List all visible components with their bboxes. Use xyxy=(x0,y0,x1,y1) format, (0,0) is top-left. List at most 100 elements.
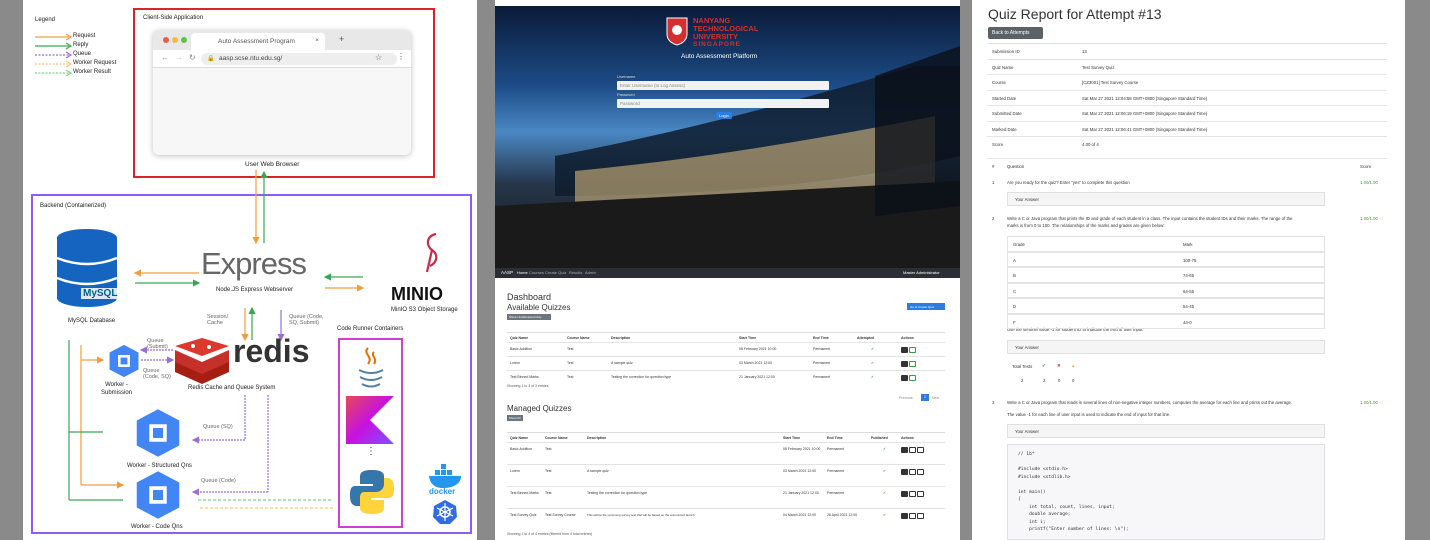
delete-button[interactable] xyxy=(917,469,924,475)
java-icon xyxy=(358,347,384,388)
worker-code-caption: Worker - Code Qns xyxy=(131,524,183,530)
show-all-button[interactable]: Show All xyxy=(507,415,523,421)
worker-submission-queue-in: Queue (Submit) xyxy=(147,338,168,350)
available-quizzes-table: Quiz Name Course Name Description Start … xyxy=(507,332,945,384)
create-quiz-button[interactable]: Go to Create Quiz xyxy=(907,303,945,310)
start-button[interactable] xyxy=(909,375,916,381)
prev-page-button[interactable]: Previous xyxy=(899,396,913,400)
code-lines: // 1b* #include <stdio.h> #include <stdl… xyxy=(1018,452,1129,532)
quiz-name[interactable]: Lorem xyxy=(510,469,520,473)
col-published: Published xyxy=(871,436,888,440)
quiz-name[interactable]: Test Binned Marks xyxy=(510,375,539,379)
edit-button[interactable] xyxy=(909,469,916,475)
back-to-attempts-button[interactable]: Back to Attempts xyxy=(988,27,1043,39)
description: This will be the upcoming survey test th… xyxy=(587,513,695,517)
app-screenshots: NANYANG TECHNOLOGICAL UNIVERSITY SINGAPO… xyxy=(495,0,960,540)
check-icon: ✔ xyxy=(871,347,874,351)
summary-row: Quiz Name Test Survey Quiz xyxy=(987,58,1387,75)
col-actions: Actions xyxy=(901,436,914,440)
start-time: 21 January 2021 12:00 xyxy=(739,375,775,379)
view-button[interactable] xyxy=(901,491,908,497)
check-icon: ✔ xyxy=(871,375,874,379)
quiz-name[interactable]: Basic Addition xyxy=(510,447,532,451)
start-time: 04 March 2021 12:00 xyxy=(783,513,817,517)
password-input[interactable]: Password xyxy=(617,99,829,108)
delete-button[interactable] xyxy=(917,491,924,497)
view-button[interactable] xyxy=(901,347,908,353)
q3-text-2: The value -1 for each line of user input… xyxy=(1007,412,1171,417)
q2-number: 2 xyxy=(992,216,995,221)
col-course-name: Course Name xyxy=(567,336,590,340)
login-button[interactable]: Login xyxy=(716,112,732,119)
username-input[interactable]: Enter Username (to Log Assess) xyxy=(617,81,829,90)
report-title: Quiz Report for Attempt #13 xyxy=(988,6,1162,22)
grade-value: B xyxy=(1013,273,1016,278)
kotlin-icon xyxy=(346,396,394,444)
delete-button[interactable] xyxy=(917,447,924,453)
mark-range: 64-55 xyxy=(1183,288,1194,294)
quiz-name[interactable]: Test Binned Marks xyxy=(510,491,539,495)
showing-entries: Showing 1 to 3 of 3 entries xyxy=(507,384,549,388)
q3-answer-label: Your Answer xyxy=(1015,429,1039,434)
uni-name-line2: TECHNOLOGICAL xyxy=(693,24,759,33)
grade-value: Grade xyxy=(1013,242,1025,247)
q1-text: Are you ready for the quiz? Enter "yes" … xyxy=(1007,180,1130,185)
tests-failed: 0 xyxy=(1058,378,1061,383)
nav-user[interactable]: Master Administrator xyxy=(903,270,940,275)
course-name: Test Survey Course xyxy=(545,513,576,517)
nav-results[interactable]: Results xyxy=(569,270,582,275)
nav-home[interactable]: Home xyxy=(517,270,528,275)
table-row: Test Binned Marks Test Testing the corre… xyxy=(507,370,945,384)
q3-number: 3 xyxy=(992,400,995,405)
delete-button[interactable] xyxy=(917,513,924,519)
minio-caption: MinIO S3 Object Storage xyxy=(391,307,458,313)
col-quiz-name: Quiz Name xyxy=(510,436,529,440)
summary-value: 4.00 of 4 xyxy=(1082,142,1099,147)
worker-structured-icon xyxy=(136,409,180,457)
nav-admin[interactable]: Admin xyxy=(585,270,596,275)
summary-value: Sat Mar 27 2021 12:06:19 GMT+0800 (Singa… xyxy=(1082,111,1208,116)
end-time: Permanent xyxy=(827,491,845,495)
col-score: Score xyxy=(1360,164,1372,169)
table-row: Test Survey Quiz Test Survey Course This… xyxy=(507,508,945,530)
legend-arrow-icon xyxy=(35,60,73,68)
nav-brand[interactable]: AASP xyxy=(501,270,513,275)
managed-quizzes-table: Quiz Name Course Name Description Start … xyxy=(507,432,945,530)
next-page-button[interactable]: Next xyxy=(932,396,939,400)
page-1-button[interactable]: 1 xyxy=(921,394,929,401)
q3-answer-box: Your Answer xyxy=(1007,424,1325,438)
worker-code-icon xyxy=(136,471,180,519)
q1-answer-box: Your Answer xyxy=(1007,192,1325,206)
quiz-name[interactable]: Lorem xyxy=(510,361,520,365)
check-icon: ✔ xyxy=(883,491,886,495)
quiz-name[interactable]: Basic Addition xyxy=(510,347,532,351)
grade-value: C xyxy=(1013,288,1017,294)
show-unattempted-button[interactable]: Show Unattempted Only xyxy=(507,314,551,320)
view-button[interactable] xyxy=(901,513,908,519)
q2-answer-label: Your Answer xyxy=(1015,345,1039,350)
start-button[interactable] xyxy=(909,347,916,353)
nav-courses[interactable]: Courses xyxy=(529,270,544,275)
edit-button[interactable] xyxy=(909,491,916,497)
quiz-name[interactable]: Test Survey Quiz xyxy=(510,513,536,517)
edit-button[interactable] xyxy=(909,513,916,519)
end-time: Permanent xyxy=(827,447,845,451)
mark-range: 74-65 xyxy=(1183,273,1194,278)
course-name: Test xyxy=(545,469,552,473)
nav-create-quiz[interactable]: Create Quiz xyxy=(545,270,566,275)
col-question: Question xyxy=(1007,164,1025,169)
q2-score: 1.00/1.00 xyxy=(1360,216,1378,221)
edit-button[interactable] xyxy=(909,447,916,453)
view-button[interactable] xyxy=(901,361,908,367)
start-time: 21 January 2021 12:00 xyxy=(783,491,819,495)
course-name: Test xyxy=(567,361,574,365)
view-button[interactable] xyxy=(901,375,908,381)
grade-row: A 100-75 xyxy=(1007,251,1325,267)
summary-row: Score 4.00 of 4 xyxy=(987,136,1387,152)
mark-range: 100-75 xyxy=(1183,257,1197,263)
end-time: Permanent xyxy=(813,361,831,365)
legend-label: Reply xyxy=(73,42,89,48)
start-button[interactable] xyxy=(909,361,916,367)
view-button[interactable] xyxy=(901,469,908,475)
view-button[interactable] xyxy=(901,447,908,453)
